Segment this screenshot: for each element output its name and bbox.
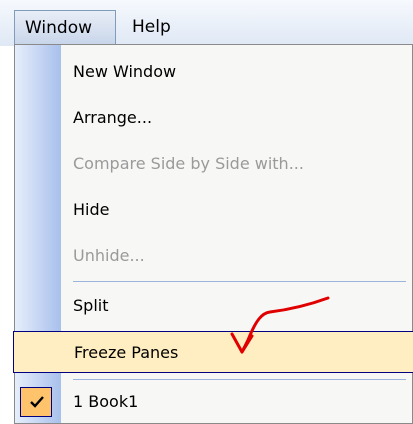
menu-item-label: New Window <box>73 62 177 81</box>
menu-separator <box>73 379 406 380</box>
menu-item-label: Compare Side by Side with... <box>73 154 304 173</box>
menu-item-compare-side-by-side: Compare Side by Side with... <box>15 143 412 185</box>
menu-item-hide[interactable]: Hide <box>15 189 412 231</box>
menu-separator <box>73 281 406 282</box>
menu-item-arrange[interactable]: Arrange... <box>15 97 412 139</box>
menu-item-label: 1 Book1 <box>73 392 139 411</box>
menu-bar: Window Help <box>0 0 413 46</box>
menu-item-freeze-panes[interactable]: Freeze Panes <box>13 331 413 373</box>
checkmark-icon <box>20 387 52 417</box>
menu-item-label: Hide <box>73 200 110 219</box>
menu-help[interactable]: Help <box>122 10 181 44</box>
menu-item-label: Unhide... <box>73 246 145 265</box>
window-dropdown-menu: New Window Arrange... Compare Side by Si… <box>13 44 413 424</box>
menu-item-label: Arrange... <box>73 108 153 127</box>
menu-item-new-window[interactable]: New Window <box>15 51 412 93</box>
menu-item-label: Split <box>73 296 109 315</box>
annotation-arrow-icon <box>230 296 330 354</box>
menu-item-split[interactable]: Split <box>15 285 412 327</box>
menu-window[interactable]: Window <box>14 10 116 44</box>
menu-item-unhide: Unhide... <box>15 235 412 277</box>
menu-item-label: Freeze Panes <box>74 343 179 362</box>
menu-item-book1[interactable]: 1 Book1 <box>15 381 412 423</box>
